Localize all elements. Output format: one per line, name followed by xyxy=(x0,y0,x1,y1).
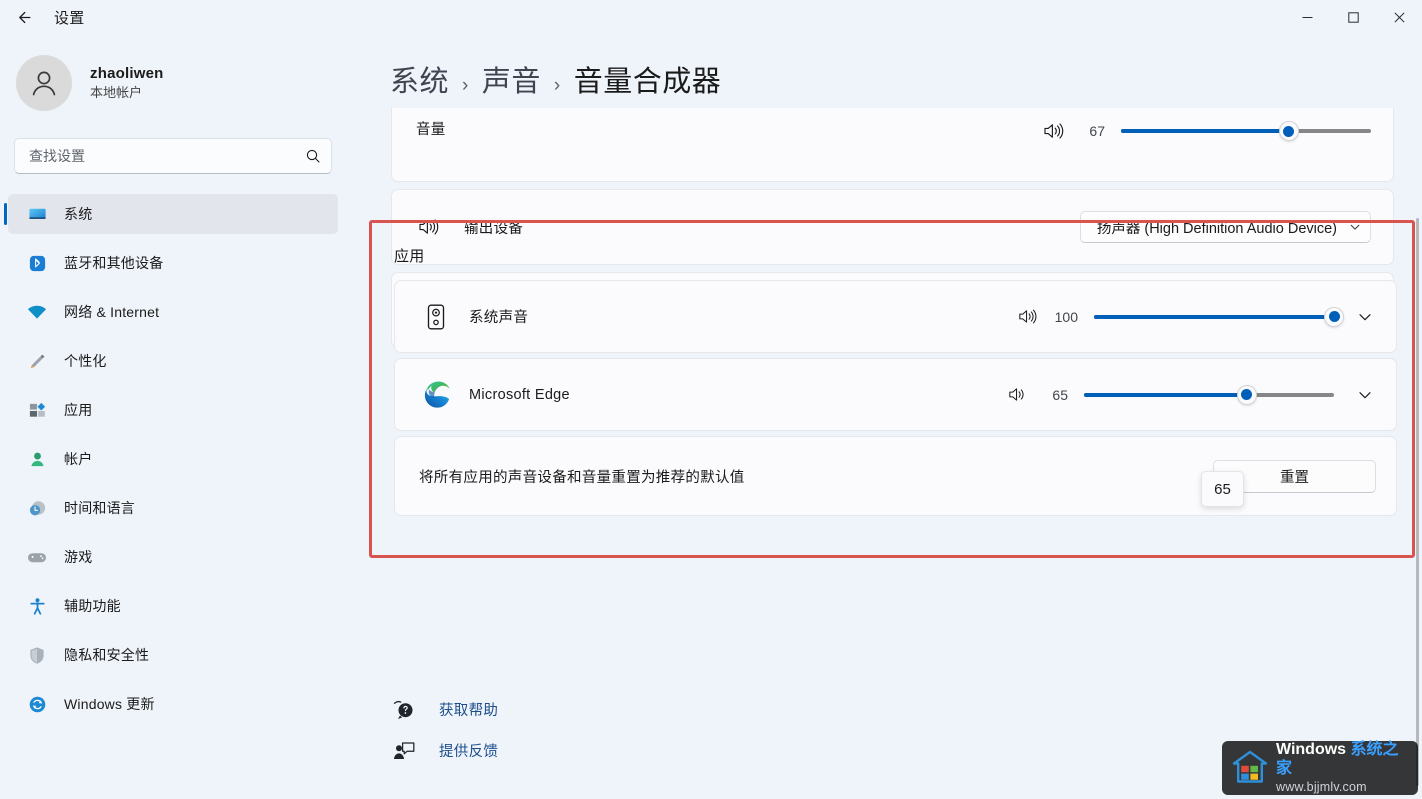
user-profile[interactable]: zhaoliwen 本地帐户 xyxy=(0,34,346,114)
breadcrumb-volume-mixer: 音量合成器 xyxy=(573,66,722,98)
speaker-waves-icon xyxy=(1043,122,1065,140)
sidebar-item-label: 辅助功能 xyxy=(64,598,121,614)
sidebar-item-time-language[interactable]: 时间和语言 xyxy=(8,488,338,528)
volume-card: 音量 67 xyxy=(391,108,1394,182)
profile-subtitle: 本地帐户 xyxy=(90,85,143,101)
slider-thumb[interactable] xyxy=(1324,306,1344,327)
wifi-icon xyxy=(26,302,48,322)
slider-fill xyxy=(1121,129,1289,133)
app-volume-value: 100 xyxy=(1054,308,1078,325)
sidebar-item-gaming[interactable]: 游戏 xyxy=(8,537,338,577)
app-row-system-sounds[interactable]: 系统声音 100 xyxy=(394,280,1397,353)
sidebar-item-personalization[interactable]: 个性化 xyxy=(8,341,338,381)
speaker-waves-icon xyxy=(1018,308,1038,325)
search-icon xyxy=(305,148,321,164)
search-box[interactable] xyxy=(14,138,332,174)
sidebar-item-bluetooth[interactable]: 蓝牙和其他设备 xyxy=(8,243,338,283)
update-icon xyxy=(26,694,48,714)
reset-row: 将所有应用的声音设备和音量重置为推荐的默认值 重置 xyxy=(394,436,1397,516)
watermark: Windows 系统之家 www.bjjmlv.com xyxy=(1222,741,1418,795)
app-name: 系统声音 xyxy=(469,310,529,326)
bluetooth-icon xyxy=(26,253,48,273)
app-name: Microsoft Edge xyxy=(469,386,570,403)
reset-description: 将所有应用的声音设备和音量重置为推荐的默认值 xyxy=(419,469,745,486)
maximize-button[interactable] xyxy=(1330,0,1376,34)
vertical-scrollbar[interactable] xyxy=(1416,218,1419,786)
volume-value: 67 xyxy=(1089,123,1105,139)
breadcrumb-system[interactable]: 系统 xyxy=(390,58,449,100)
watermark-brand-en: Windows xyxy=(1276,741,1351,759)
search-input[interactable] xyxy=(29,148,305,164)
app-volume-value: 65 xyxy=(1052,386,1068,403)
apps-section-highlight: 应用 系统声音 100 Microsoft Edge 65 将所有应用的声音设备… xyxy=(369,220,1415,558)
app-volume-slider-system-sounds[interactable] xyxy=(1094,306,1344,328)
speaker-waves-icon xyxy=(1008,386,1028,403)
title-bar: 设置 xyxy=(0,0,1422,34)
sidebar-nav: 系统 蓝牙和其他设备 网络 & Internet 个性化 应用 帐户 时间和语言… xyxy=(0,194,346,724)
watermark-url: www.bjjmlv.com xyxy=(1276,780,1367,795)
system-speaker-icon xyxy=(419,300,453,334)
breadcrumb-separator: › xyxy=(462,75,469,96)
sidebar-item-label: 隐私和安全性 xyxy=(64,647,150,663)
minimize-button[interactable] xyxy=(1284,0,1330,34)
sidebar: zhaoliwen 本地帐户 系统 xyxy=(0,34,346,799)
edge-icon xyxy=(419,378,453,412)
chevron-down-icon[interactable] xyxy=(1354,387,1376,403)
main-content: 系统 › 声音 › 音量合成器 音量 67 输出设备 扬声器 (High Def… xyxy=(346,34,1422,799)
sidebar-item-label: 帐户 xyxy=(64,451,93,467)
sidebar-item-accessibility[interactable]: 辅助功能 xyxy=(8,586,338,626)
sidebar-item-label: 系统 xyxy=(64,206,93,222)
account-icon xyxy=(26,449,48,469)
sidebar-item-label: 网络 & Internet xyxy=(64,304,160,320)
give-feedback-link[interactable]: 提供反馈 xyxy=(391,735,498,766)
sidebar-item-apps[interactable]: 应用 xyxy=(8,390,338,430)
get-help-label: 获取帮助 xyxy=(439,703,499,719)
breadcrumb: 系统 › 声音 › 音量合成器 xyxy=(346,34,1422,100)
apps-section-heading: 应用 xyxy=(394,248,425,265)
sidebar-item-label: Windows 更新 xyxy=(64,696,155,712)
breadcrumb-separator: › xyxy=(553,75,561,96)
sidebar-item-label: 时间和语言 xyxy=(64,500,135,516)
paintbrush-icon xyxy=(26,351,48,371)
sidebar-item-network[interactable]: 网络 & Internet xyxy=(8,292,338,332)
app-volume-slider-microsoft-edge[interactable] xyxy=(1084,384,1334,406)
monitor-icon xyxy=(26,204,48,224)
close-button[interactable] xyxy=(1376,0,1422,34)
volume-label: 音量 xyxy=(416,122,446,138)
window-controls xyxy=(1284,0,1422,34)
profile-name: zhaoliwen xyxy=(90,64,164,82)
windows-house-icon xyxy=(1230,749,1270,787)
get-help-link[interactable]: 获取帮助 xyxy=(391,694,498,725)
avatar xyxy=(16,55,72,111)
sidebar-item-label: 蓝牙和其他设备 xyxy=(64,255,164,271)
slider-thumb[interactable] xyxy=(1278,121,1299,141)
sidebar-item-accounts[interactable]: 帐户 xyxy=(8,439,338,479)
app-title: 设置 xyxy=(54,9,85,27)
give-feedback-label: 提供反馈 xyxy=(439,744,499,760)
gamepad-icon xyxy=(26,547,48,567)
breadcrumb-sound[interactable]: 声音 xyxy=(482,58,541,100)
sidebar-item-windows-update[interactable]: Windows 更新 xyxy=(8,684,338,724)
sidebar-item-label: 应用 xyxy=(64,402,93,418)
slider-fill xyxy=(1094,314,1334,319)
accessibility-icon xyxy=(26,596,48,616)
sidebar-item-label: 游戏 xyxy=(64,549,93,565)
chevron-down-icon[interactable] xyxy=(1354,309,1376,325)
clock-globe-icon xyxy=(26,498,48,518)
slider-thumb[interactable] xyxy=(1236,384,1257,405)
shield-icon xyxy=(26,645,48,665)
apps-icon xyxy=(26,400,48,420)
slider-value-tooltip: 65 xyxy=(1201,471,1244,507)
sidebar-item-system[interactable]: 系统 xyxy=(4,194,338,234)
back-button[interactable] xyxy=(6,0,40,34)
sidebar-item-privacy-security[interactable]: 隐私和安全性 xyxy=(8,635,338,675)
help-icon xyxy=(391,700,417,720)
volume-slider[interactable] xyxy=(1121,120,1371,142)
settings-scroll-area: 音量 67 输出设备 扬声器 (High Definition Audio De… xyxy=(346,108,1422,799)
sidebar-item-label: 个性化 xyxy=(64,353,107,369)
slider-fill xyxy=(1084,392,1247,397)
footer-links: 获取帮助 提供反馈 xyxy=(391,694,498,776)
feedback-icon xyxy=(391,741,417,761)
app-row-microsoft-edge[interactable]: Microsoft Edge 65 xyxy=(394,358,1397,431)
